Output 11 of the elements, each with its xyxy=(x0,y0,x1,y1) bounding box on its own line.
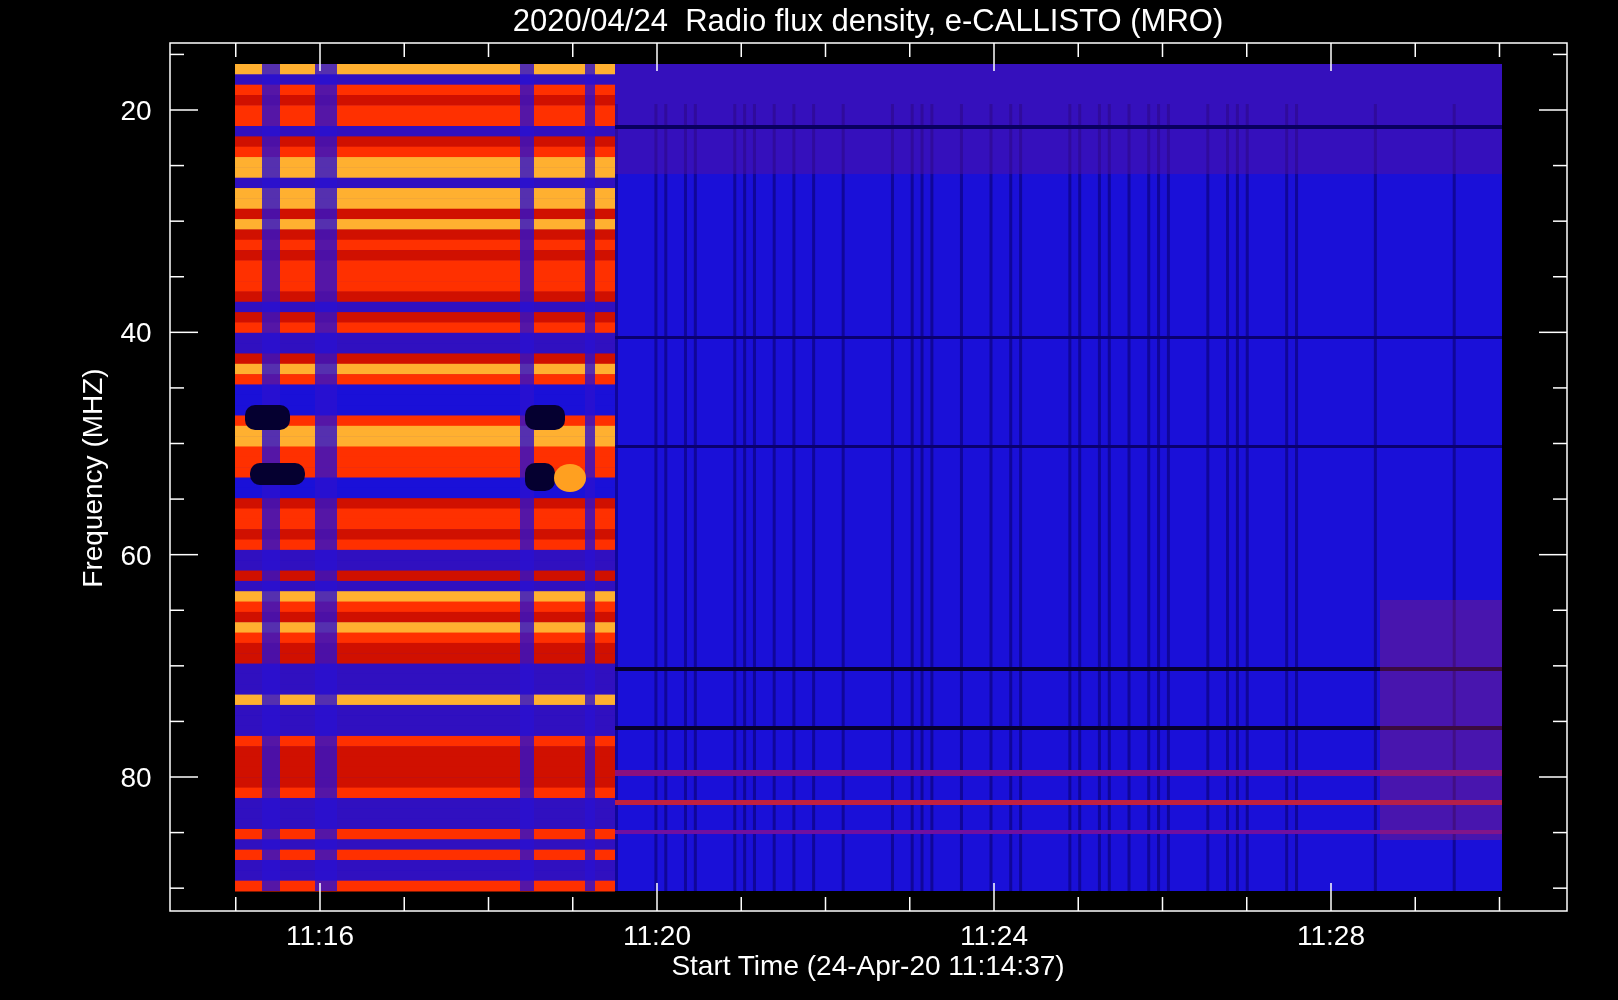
axis-tick-label: 80 xyxy=(120,762,152,793)
axis-label: Start Time (24-Apr-20 11:14:37) xyxy=(671,950,1065,981)
chart-title: 2020/04/24 Radio flux density, e-CALLISTO (MRO) xyxy=(512,3,1224,38)
axis-tick-label: 11:24 xyxy=(960,920,1028,951)
axis-tick-label: 11:20 xyxy=(623,920,691,951)
axis-tick-label: 11:28 xyxy=(1297,920,1365,951)
axis-tick-label: 20 xyxy=(120,95,152,126)
axis-label: Frequency (MHZ) xyxy=(77,368,108,588)
axis-tick-label: 40 xyxy=(120,317,152,349)
axis-tick-label: 11:16 xyxy=(286,920,354,951)
axis-tick-label: 60 xyxy=(120,539,152,571)
